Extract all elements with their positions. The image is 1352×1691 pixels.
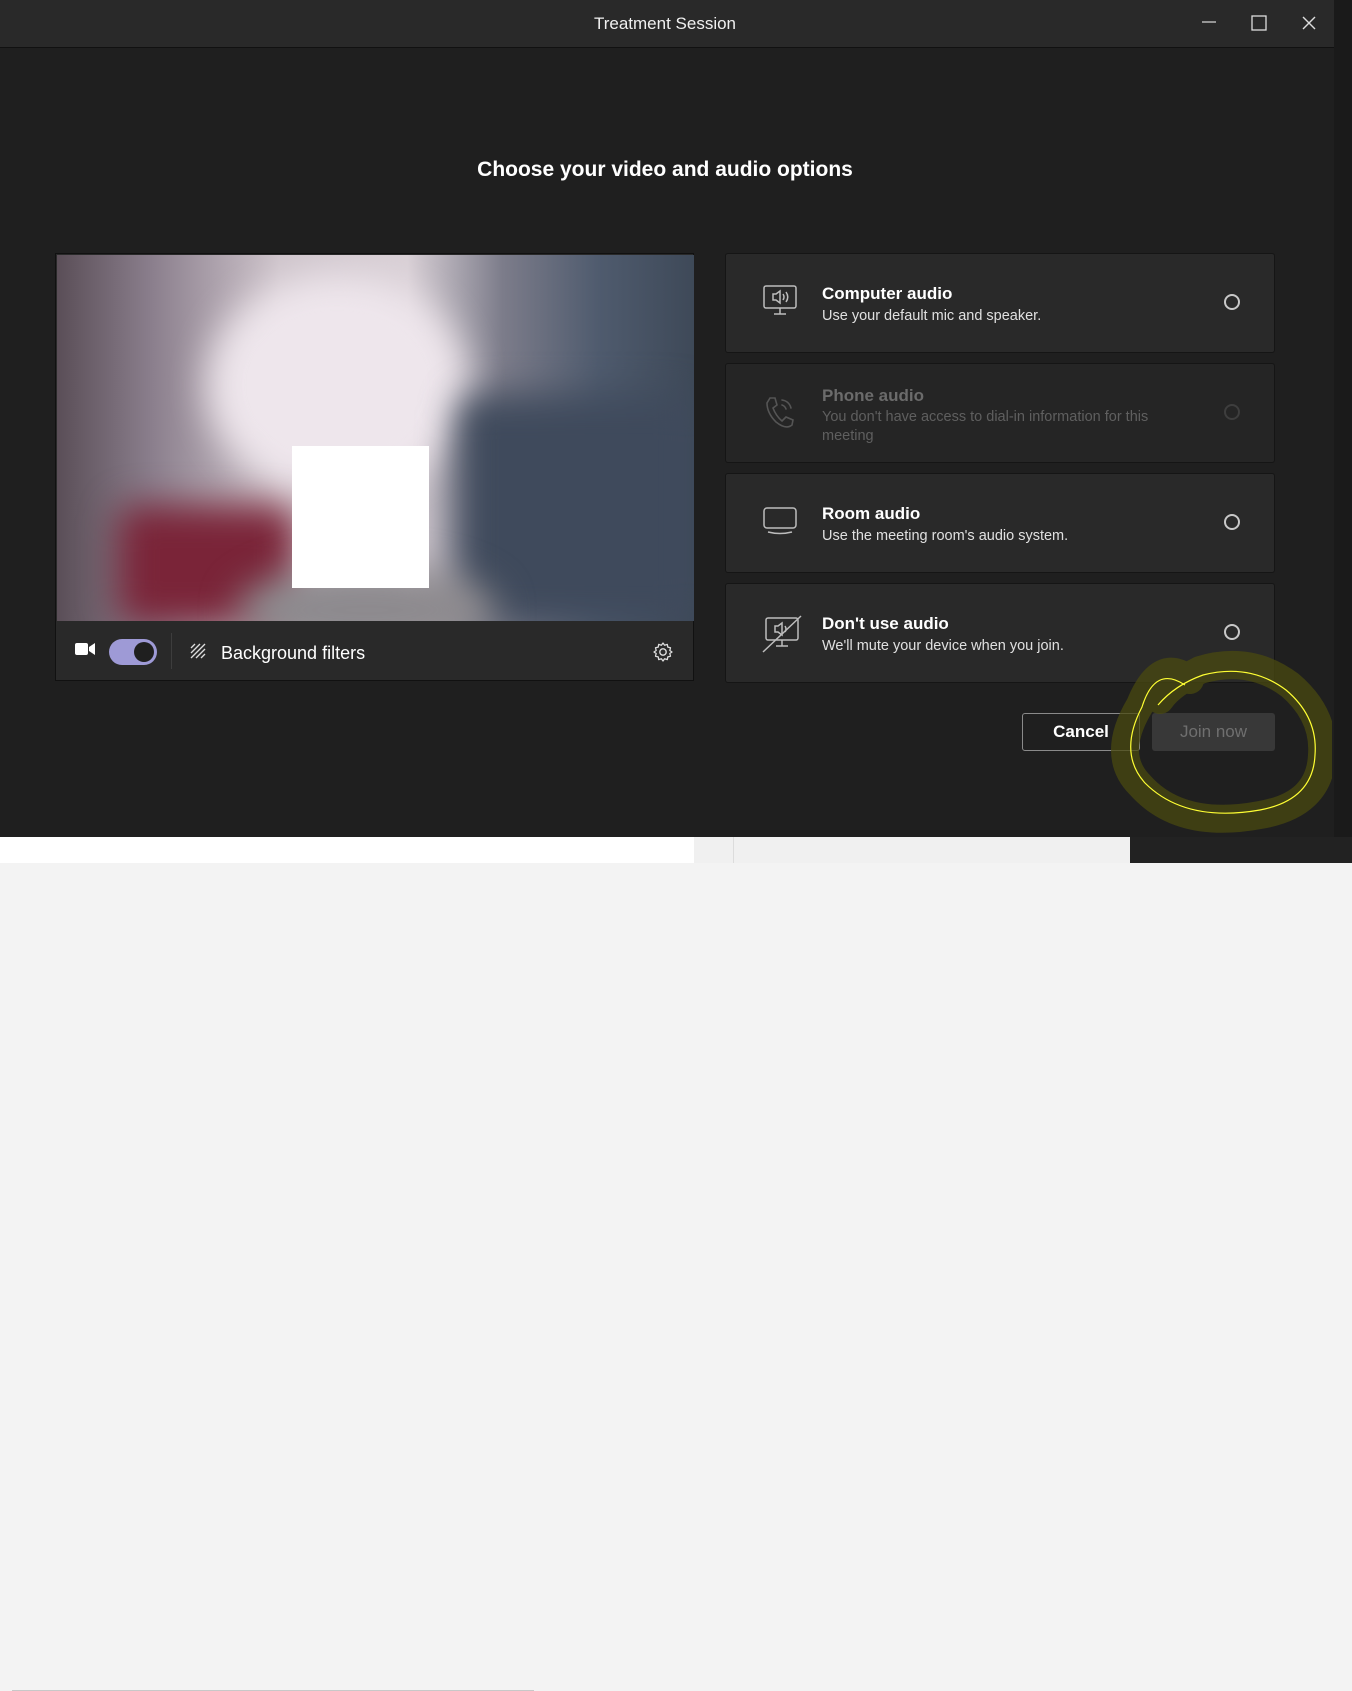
toggle-knob (134, 642, 154, 662)
title-bar[interactable]: Treatment Session (0, 0, 1334, 48)
highlight-annotation (1111, 651, 1332, 833)
background-filters-button[interactable]: Background filters (221, 643, 365, 664)
computer-speaker-icon (763, 285, 797, 315)
camera-toggle[interactable] (109, 639, 157, 665)
room-audio-radio[interactable] (1224, 514, 1240, 530)
audio-off-icon (762, 615, 802, 653)
camera-preview (57, 255, 694, 621)
window-title: Treatment Session (593, 14, 737, 33)
video-preview-panel: Background filters (55, 253, 694, 681)
computer-audio-radio[interactable] (1224, 294, 1240, 310)
option-computer-audio[interactable]: Computer audio Use your default mic and … (725, 253, 1275, 353)
close-button[interactable] (1291, 8, 1327, 38)
desktop-background-window (0, 837, 694, 1691)
desktop-background-dark (1130, 837, 1352, 863)
video-camera-icon (75, 643, 95, 655)
option-room-audio[interactable]: Room audio Use the meeting room's audio … (725, 473, 1275, 573)
phone-icon (766, 397, 794, 428)
minimize-icon (1202, 21, 1216, 23)
option-title: Don't use audio (822, 614, 949, 633)
maximize-icon (1251, 15, 1267, 31)
option-title: Computer audio (822, 284, 953, 303)
option-description: Use your default mic and speaker. (822, 308, 1042, 324)
preview-shelf (457, 395, 694, 621)
option-description: You don't have access to dial-in informa… (822, 409, 1149, 444)
desktop-background-right (1334, 0, 1352, 863)
minimize-button[interactable] (1191, 8, 1227, 38)
option-description: Use the meeting room's audio system. (822, 528, 1069, 544)
desktop-background-panel (694, 837, 1130, 863)
option-title: Phone audio (822, 386, 924, 405)
redacted-face (292, 446, 429, 588)
device-settings-icon[interactable] (652, 641, 674, 663)
divider (171, 633, 172, 669)
option-title: Room audio (822, 504, 921, 523)
room-display-icon (763, 507, 797, 535)
page-heading: Choose your video and audio options (477, 158, 853, 181)
maximize-button[interactable] (1241, 8, 1277, 38)
no-audio-radio[interactable] (1224, 624, 1240, 640)
option-phone-audio: Phone audio You don't have access to dia… (725, 363, 1275, 463)
phone-audio-radio (1224, 404, 1240, 420)
background-filters-icon[interactable] (189, 642, 209, 662)
close-icon (1302, 16, 1316, 30)
divider (733, 837, 734, 863)
video-controls: Background filters (56, 621, 693, 681)
